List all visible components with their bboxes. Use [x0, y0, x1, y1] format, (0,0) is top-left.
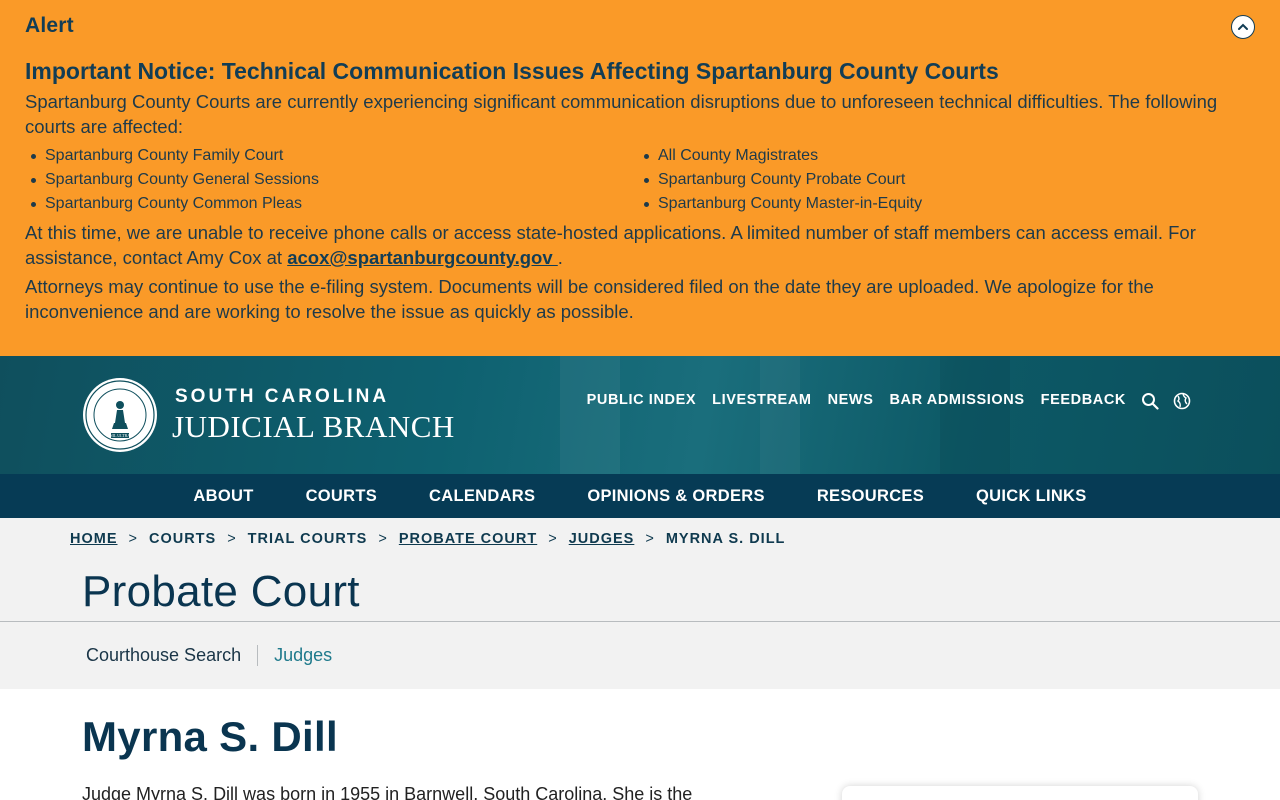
- alert-contact-text: At this time, we are unable to receive p…: [25, 222, 1196, 268]
- list-item: Spartanburg County General Sessions: [25, 168, 319, 192]
- breadcrumb-current: MYRNA S. DILL: [665, 531, 786, 547]
- judge-info-card: [842, 786, 1198, 800]
- nav-calendars[interactable]: CALENDARS: [403, 487, 561, 506]
- contact-email-link[interactable]: acox@spartanburgcounty.gov: [287, 247, 558, 268]
- list-item: Spartanburg County Family Court: [25, 144, 319, 168]
- collapse-alert-button[interactable]: [1231, 15, 1255, 39]
- util-link-bar-admissions[interactable]: BAR ADMISSIONS: [889, 392, 1024, 408]
- nav-quick-links[interactable]: QUICK LINKS: [950, 487, 1113, 506]
- alert-contact-end: .: [557, 247, 563, 268]
- nav-courts[interactable]: COURTS: [280, 487, 403, 506]
- breadcrumb-separator: >: [645, 531, 655, 547]
- affected-courts-left: Spartanburg County Family Court Spartanb…: [25, 144, 319, 216]
- brand-state[interactable]: SOUTH CAROLINA: [175, 386, 389, 408]
- page-title: Probate Court: [82, 567, 360, 616]
- alert-title: Important Notice: Technical Communicatio…: [25, 58, 999, 84]
- util-link-livestream[interactable]: LIVESTREAM: [712, 392, 811, 408]
- site-header: NIL ULTRA SOUTH CAROLINA JUDICIAL BRANCH…: [0, 356, 1280, 474]
- affected-courts-right: All County Magistrates Spartanburg Count…: [638, 144, 922, 216]
- nav-about[interactable]: ABOUT: [167, 487, 279, 506]
- judge-bio: Judge Myrna S. Dill was born in 1955 in …: [82, 784, 693, 800]
- breadcrumb-probate-court[interactable]: PROBATE COURT: [399, 531, 537, 547]
- header-decoration: [560, 356, 620, 474]
- breadcrumb-trial-courts: TRIAL COURTS: [247, 531, 368, 547]
- breadcrumb-judges[interactable]: JUDGES: [569, 531, 635, 547]
- breadcrumb: HOME > COURTS > TRIAL COURTS > PROBATE C…: [70, 531, 785, 547]
- list-item: All County Magistrates: [638, 144, 922, 168]
- util-link-public-index[interactable]: PUBLIC INDEX: [587, 392, 697, 408]
- search-icon[interactable]: [1141, 392, 1159, 410]
- subnav-judges[interactable]: Judges: [258, 645, 332, 666]
- breadcrumb-separator: >: [548, 531, 558, 547]
- breadcrumb-courts: COURTS: [148, 531, 217, 547]
- alert-contact-paragraph: At this time, we are unable to receive p…: [25, 220, 1255, 270]
- util-link-news[interactable]: NEWS: [828, 392, 874, 408]
- judge-name: Myrna S. Dill: [82, 713, 338, 760]
- nav-opinions-orders[interactable]: OPINIONS & ORDERS: [561, 487, 790, 506]
- breadcrumb-separator: >: [227, 531, 237, 547]
- utility-nav: PUBLIC INDEX LIVESTREAM NEWS BAR ADMISSI…: [587, 392, 1126, 408]
- alert-efiling-paragraph: Attorneys may continue to use the e-fili…: [25, 276, 1154, 322]
- chevron-up-icon: [1238, 23, 1248, 30]
- list-item: Spartanburg County Common Pleas: [25, 192, 319, 216]
- list-item: Spartanburg County Master-in-Equity: [638, 192, 922, 216]
- main-nav: ABOUT COURTS CALENDARS OPINIONS & ORDERS…: [0, 474, 1280, 518]
- nav-resources[interactable]: RESOURCES: [791, 487, 950, 506]
- section-subnav: Courthouse Search Judges: [86, 642, 332, 669]
- supreme-court-seal-icon[interactable]: NIL ULTRA: [82, 377, 158, 453]
- globe-icon[interactable]: [1173, 392, 1191, 410]
- divider: [0, 621, 1280, 622]
- list-item: Spartanburg County Probate Court: [638, 168, 922, 192]
- header-decoration: [940, 356, 1010, 474]
- breadcrumb-separator: >: [378, 531, 388, 547]
- brand-name[interactable]: JUDICIAL BRANCH: [172, 409, 455, 445]
- breadcrumb-home[interactable]: HOME: [70, 531, 118, 547]
- seal-motto: NIL ULTRA: [110, 433, 131, 438]
- header-decoration: [760, 356, 800, 474]
- breadcrumb-separator: >: [128, 531, 138, 547]
- subnav-courthouse-search[interactable]: Courthouse Search: [86, 645, 259, 666]
- util-link-feedback[interactable]: FEEDBACK: [1041, 392, 1126, 408]
- alert-banner: Alert Important Notice: Technical Commun…: [0, 0, 1280, 356]
- alert-intro: Spartanburg County Courts are currently …: [25, 91, 1218, 137]
- alert-heading: Alert: [25, 14, 74, 37]
